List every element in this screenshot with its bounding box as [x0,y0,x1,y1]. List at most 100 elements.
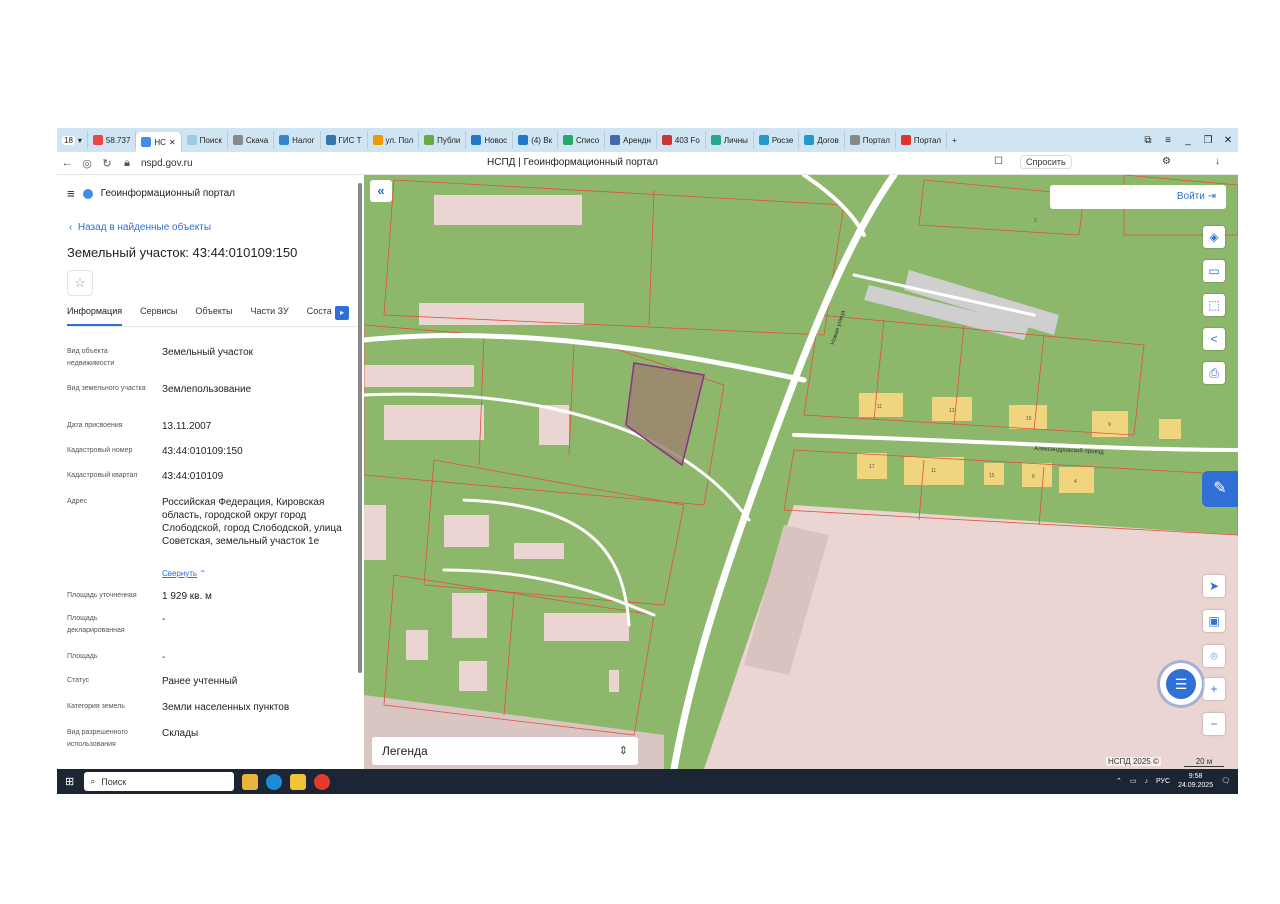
login-button[interactable]: Войти ⇥ [1050,185,1226,209]
tab-parts[interactable]: Части ЗУ [251,306,289,326]
ask-button[interactable]: Спросить [1020,155,1072,169]
tab-information[interactable]: Информация [67,306,123,326]
tab-favicon-icon [424,135,435,145]
field-label: Вид земельного участка [67,385,146,392]
ruler-icon[interactable]: ▭ [1203,260,1225,282]
tab-services[interactable]: Сервисы [140,306,177,326]
favorite-star-icon[interactable]: ☆ [67,270,93,296]
house-number: 13 [949,408,955,414]
browser-tab[interactable]: ул. Пол [368,131,420,149]
tab-count-badge[interactable]: 18 ▾ [57,131,88,149]
side-widget-icon[interactable]: ✎ [1202,471,1238,507]
browser-tab[interactable]: (4) Вк [513,131,559,149]
yandex-browser-icon[interactable] [314,773,331,790]
browser-tab[interactable]: Портал [845,131,896,149]
collections-icon[interactable]: ⧉ [1138,135,1158,146]
browser-tab[interactable]: Налог [274,131,321,149]
zoom-in-button[interactable]: + [1203,678,1225,700]
back-icon[interactable]: ← [57,157,77,169]
browser-tab[interactable]: Скача [228,131,275,149]
building [364,505,386,560]
extensions-icon[interactable]: ⚙ [1162,156,1171,167]
reload-icon[interactable]: ↻ [97,157,117,170]
search-location-icon[interactable]: ⌾ [1203,645,1225,667]
portal-name: Геоинформационный портал [100,188,236,199]
share-icon[interactable]: < [1203,328,1225,350]
field-label: Кадастровый номер [67,447,133,454]
geolocation-icon[interactable]: ➤ [1203,575,1225,597]
field-label: Дата присвоения [67,422,123,429]
selected-parcel[interactable] [625,362,705,467]
taskbar-search[interactable]: ⌕ Поиск [84,772,235,791]
browser-tab[interactable]: Поиск [182,131,228,149]
tab-composition[interactable]: Соста [307,306,332,326]
browser-tab[interactable]: Портал [896,131,948,149]
reading-icon[interactable]: ◎ [77,157,97,170]
tab-favicon-icon [710,135,721,145]
browser-tab[interactable]: Списо [558,131,606,149]
tab-label: Догов [817,135,839,145]
select-area-icon[interactable]: ⬚ [1203,294,1225,316]
info-tabs: Информация Сервисы Объекты Части ЗУ Сост… [67,306,357,327]
explorer-icon[interactable] [290,773,307,790]
language-indicator[interactable]: РУС [1156,778,1170,785]
zoom-out-button[interactable]: − [1203,713,1225,735]
tabs-next-icon[interactable]: ▸ [335,306,349,320]
map-view[interactable]: Новая улица Александровский проезд 11 13… [364,175,1238,769]
chat-button[interactable]: ☰ [1160,663,1202,705]
new-tab-button[interactable]: + [947,131,962,149]
house [1022,463,1052,487]
print-icon[interactable]: ⎙ [1203,362,1225,384]
maximize-button[interactable]: ❐ [1198,135,1218,146]
tab-label: Налог [292,135,315,145]
clock-time: 9:58 [1188,773,1203,780]
house [1159,419,1181,439]
expand-panel-icon[interactable]: « [370,180,392,202]
tray-arrow-icon[interactable]: ⌃ [1116,777,1122,785]
network-icon[interactable]: ▭ [1130,777,1137,785]
back-link[interactable]: ‹ Назад в найденные объекты [69,222,211,233]
notifications-icon[interactable]: 🗨︎ [1221,777,1230,785]
collapse-link[interactable]: Свернуть [162,569,197,578]
browser-tab[interactable]: Личны [706,131,754,149]
field-value: Земли населенных пунктов [162,702,290,713]
tab-favicon-icon [92,135,103,145]
tab-label: Списо [576,135,600,145]
panel-scrollbar[interactable] [358,183,362,673]
edge-icon[interactable] [266,773,283,790]
legend-select[interactable]: Легенда ⇕ [372,737,638,765]
close-tab-icon[interactable]: ✕ [169,138,176,147]
street-label-vertical: Новая улица [830,309,847,345]
tab-favicon-icon [372,135,383,145]
bookmark-icon[interactable]: ☐ [994,156,1003,167]
browser-tab[interactable]: Публи [419,131,467,149]
browser-tab[interactable]: Арендн [605,131,657,149]
browser-tab[interactable]: Новос [466,131,514,149]
hamburger-icon[interactable]: ≡ [67,186,75,201]
url-field[interactable]: nspd.gov.ru [141,158,193,169]
layers-icon[interactable]: ◈ [1203,226,1225,248]
tab-favicon-icon [610,135,621,145]
browser-tab[interactable]: ГИС Т [321,131,368,149]
clock[interactable]: 9:58 24.09.2025 [1178,772,1213,790]
map-canvas[interactable]: Новая улица Александровский проезд 11 13… [364,175,1238,769]
volume-icon[interactable]: ♪ [1145,778,1149,785]
start-icon[interactable]: ⊞ [65,775,74,788]
browser-tab[interactable]: 403 Fo [657,131,706,149]
menu-icon[interactable]: ≡ [1158,135,1178,146]
browser-tab[interactable]: 58.737 [88,131,137,149]
minimap-icon[interactable]: ▣ [1203,610,1225,632]
browser-tab[interactable]: Росзе [754,131,800,149]
browser-tab[interactable]: Догов [799,131,845,149]
object-title: Земельный участок: 43:44:010109:150 [67,245,298,260]
chevron-up-icon[interactable]: ⌃ [199,569,206,578]
tab-objects[interactable]: Объекты [195,306,232,326]
tab-favicon-icon [471,135,482,145]
minimize-button[interactable]: _ [1178,135,1198,146]
browser-tab[interactable]: НС ✕ [136,132,182,152]
close-window-button[interactable]: ✕ [1218,135,1238,146]
building [544,613,629,641]
tab-label: (4) Вк [531,135,553,145]
download-icon[interactable]: ↓ [1215,156,1220,167]
copilot-icon[interactable] [242,773,259,790]
